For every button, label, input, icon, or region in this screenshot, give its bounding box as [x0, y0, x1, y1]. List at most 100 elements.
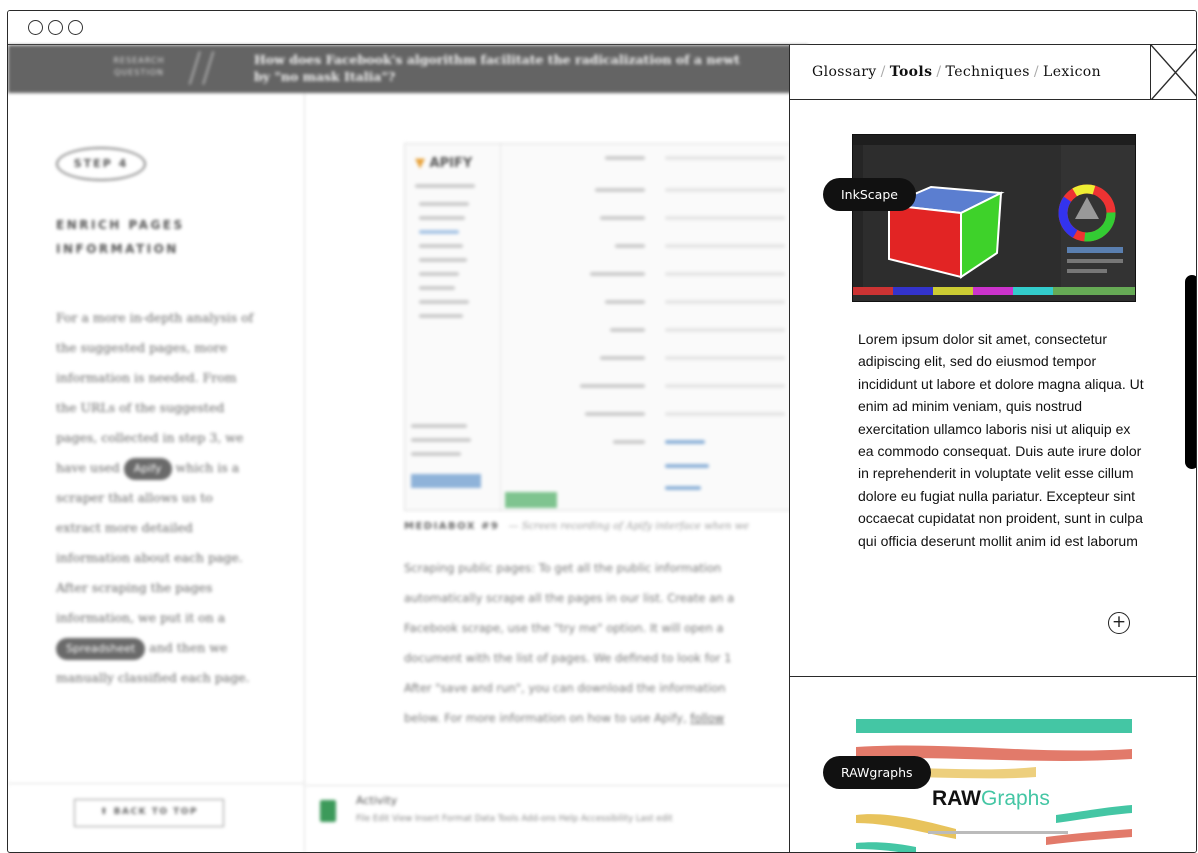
research-question-text: How does Facebook's algorithm facilitate…	[254, 51, 814, 85]
apify-form-label	[580, 384, 645, 388]
apify-sidebar-line	[419, 272, 459, 276]
rq-label-line1: RESEARCH	[113, 56, 165, 65]
inkscape-description: Lorem ipsum dolor sit amet, consectetur …	[858, 331, 1144, 549]
back-to-top-button[interactable]: ⬆ BACK TO TOP	[74, 799, 224, 827]
browser-window: RESEARCH QUESTION // How does Facebook's…	[7, 10, 1197, 853]
rawgraphs-logo-bold: RAW	[932, 787, 981, 810]
body-line: After "save and run", you can download t…	[404, 681, 726, 695]
step-description: For a more in-depth analysis of the sugg…	[56, 303, 256, 693]
apify-form-field	[665, 244, 785, 248]
nav-tools[interactable]: Tools	[890, 64, 933, 80]
apify-sidebar-line	[419, 258, 467, 262]
mediabox-caption-label: MEDIABOX #9	[404, 521, 500, 532]
sheet-menu-bar: File Edit View Insert Format Data Tools …	[356, 814, 673, 824]
follow-link[interactable]: follow	[690, 711, 724, 725]
apify-sidebar-line	[419, 314, 463, 318]
main-column: ▼ APIFY MEDIABOX #9 — Screen recording o…	[306, 93, 806, 852]
window-close-dot-icon[interactable]	[28, 20, 43, 35]
apify-form-field	[665, 216, 785, 220]
nav-techniques[interactable]: Techniques	[946, 64, 1030, 80]
apify-sidebar-line	[419, 216, 465, 220]
apify-tool-link[interactable]: Apify	[123, 458, 172, 480]
sidebar-divider	[8, 783, 305, 784]
sheets-icon	[320, 800, 336, 822]
apify-form-field	[665, 356, 785, 360]
nav-separator: /	[936, 64, 942, 80]
inkscape-card: InkScape Lorem ipsum dolor sit amet, con…	[790, 100, 1196, 677]
apify-sidebar-line	[411, 424, 467, 428]
apify-logo-text: APIFY	[429, 156, 473, 171]
apify-sidebar-line	[419, 300, 469, 304]
mediabox-caption: MEDIABOX #9 — Screen recording of Apify …	[404, 521, 804, 532]
apify-sidebar-line	[419, 286, 455, 290]
apify-screenshot-sidebar: ▼ APIFY	[405, 144, 501, 510]
apify-form-label	[600, 356, 645, 360]
rawgraphs-logo-rest: Graphs	[981, 787, 1050, 810]
step-sidebar: STEP 4 ENRICH PAGES INFORMATION For a mo…	[8, 93, 305, 852]
panel-scrollbar[interactable]	[1185, 275, 1196, 469]
body-line-text: below. For more information on how to us…	[404, 711, 687, 725]
tools-panel: Glossary / Tools / Techniques / Lexicon	[789, 44, 1196, 852]
apify-form-field	[665, 328, 785, 332]
body-line: below. For more information on how to us…	[404, 703, 804, 733]
apify-logo: ▼ APIFY	[415, 156, 473, 171]
window-minimize-dot-icon[interactable]	[48, 20, 63, 35]
body-line: automatically scrape all the pages in ou…	[404, 591, 735, 605]
window-maximize-dot-icon[interactable]	[68, 20, 83, 35]
inkscape-cube-illustration	[853, 135, 1135, 295]
apify-form-field	[665, 384, 785, 388]
apify-sidebar-line	[419, 244, 463, 248]
apify-form-label	[605, 156, 645, 160]
apify-form-field	[665, 156, 785, 160]
apify-form-field	[665, 300, 785, 304]
apify-checkbox-row	[665, 464, 709, 468]
apify-form-label	[590, 272, 645, 276]
close-icon	[1150, 44, 1196, 101]
expand-plus-icon[interactable]: +	[1108, 612, 1130, 634]
research-question-bar: RESEARCH QUESTION // How does Facebook's…	[8, 45, 808, 93]
window-titlebar	[8, 11, 1196, 45]
divider-slash-icon: //	[188, 45, 215, 91]
rawgraphs-logo: RAWGraphs	[932, 787, 1050, 811]
apify-form-label	[595, 188, 645, 192]
step-title: ENRICH PAGES INFORMATION	[56, 213, 256, 261]
body-line: Facebook scrape, use the "try me" option…	[404, 621, 724, 635]
nav-lexicon[interactable]: Lexicon	[1043, 64, 1101, 80]
apify-screenshot[interactable]: ▼ APIFY	[404, 143, 804, 511]
body-line: Scraping public pages: To get all the pu…	[404, 561, 722, 575]
apify-sidebar-line	[415, 184, 475, 188]
apify-form-label	[613, 440, 645, 444]
inkscape-tag[interactable]: InkScape	[823, 178, 916, 211]
apify-sidebar-line	[411, 438, 471, 442]
step-title-line1: ENRICH PAGES	[56, 218, 185, 232]
apify-save-run-button	[505, 492, 557, 508]
apify-form-label	[600, 216, 645, 220]
nav-glossary[interactable]: Glossary	[812, 64, 877, 80]
body-line: document with the list of pages. We defi…	[404, 651, 732, 665]
apify-form-field	[665, 188, 785, 192]
apify-login-button	[411, 474, 481, 488]
nav-separator: /	[1033, 64, 1040, 80]
sheet-name: Activity	[356, 794, 398, 807]
apify-sidebar-line	[419, 202, 469, 206]
rawgraphs-tag[interactable]: RAWgraphs	[823, 756, 931, 789]
apify-form-label	[585, 412, 645, 416]
step-title-line2: INFORMATION	[56, 242, 179, 256]
apify-checkbox-row	[665, 486, 701, 490]
inkscape-screenshot[interactable]	[852, 134, 1136, 302]
step-description-part-b: which is a scraper that allows us to ext…	[56, 460, 243, 625]
apify-form-field	[665, 412, 785, 416]
spreadsheet-preview: Activity File Edit View Insert Format Da…	[306, 785, 806, 852]
scraping-description: Scraping public pages: To get all the pu…	[404, 553, 804, 733]
research-question-label: RESEARCH QUESTION	[104, 55, 174, 79]
apify-form-field	[665, 272, 785, 276]
spreadsheet-tool-link[interactable]: Spreadsheet	[56, 638, 146, 660]
close-panel-button[interactable]	[1150, 44, 1196, 101]
rq-line1: How does Facebook's algorithm facilitate…	[254, 52, 740, 67]
step-description-part-a: For a more in-depth analysis of the sugg…	[56, 310, 254, 475]
apify-form-label	[610, 328, 645, 332]
apify-form-label	[605, 300, 645, 304]
apify-checkbox-row	[665, 440, 705, 444]
panel-nav: Glossary / Tools / Techniques / Lexicon	[790, 45, 1150, 100]
mediabox-caption-text: — Screen recording of Apify interface wh…	[508, 521, 750, 532]
